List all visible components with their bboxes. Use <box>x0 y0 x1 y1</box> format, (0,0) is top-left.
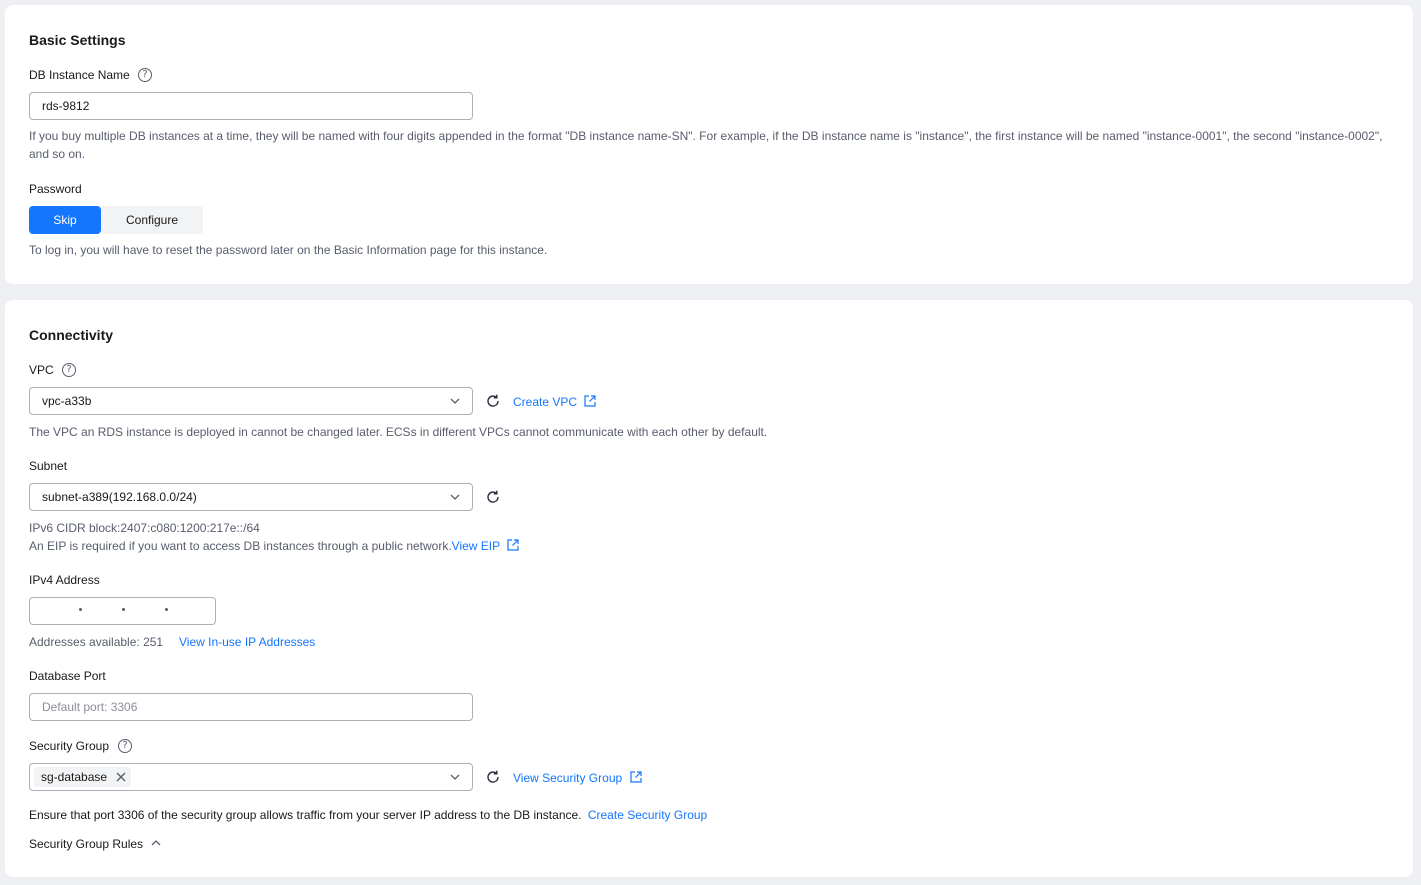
vpc-hint: The VPC an RDS instance is deployed in c… <box>29 425 768 439</box>
help-icon[interactable]: ? <box>62 363 76 377</box>
chevron-down-icon <box>450 494 460 500</box>
password-skip-option[interactable]: Skip <box>29 206 101 234</box>
vpc-select[interactable]: vpc-a33b <box>29 387 473 415</box>
create-vpc-label: Create VPC <box>513 395 578 409</box>
ip-separator <box>122 608 125 611</box>
connectivity-card: Connectivity VPC ? vpc-a33b Create VPC T… <box>5 300 1413 877</box>
ipv4-input[interactable] <box>29 597 216 625</box>
view-inuse-ip-link[interactable]: View In-use IP Addresses <box>179 633 315 651</box>
port-input[interactable]: Default port: 3306 <box>29 693 473 721</box>
password-configure-option[interactable]: Configure <box>101 206 203 234</box>
external-link-icon <box>584 395 596 407</box>
addresses-available: Addresses available: 251 <box>29 635 164 649</box>
instance-name-input[interactable]: rds-9812 <box>29 92 473 120</box>
security-group-hint-row: Ensure that port 3306 of the security gr… <box>29 808 707 822</box>
security-group-rules-toggle[interactable]: Security Group Rules <box>29 837 161 851</box>
eip-hint-row: An EIP is required if you want to access… <box>29 537 520 555</box>
create-vpc-link[interactable]: Create VPC <box>513 394 597 409</box>
security-group-select[interactable]: sg-database <box>29 763 473 791</box>
security-group-hint: Ensure that port 3306 of the security gr… <box>29 808 582 822</box>
instance-name-hint: If you buy multiple DB instances at a ti… <box>29 129 1383 161</box>
vpc-label: VPC <box>29 363 54 377</box>
security-group-tag-label: sg-database <box>41 770 108 784</box>
view-eip-label: View EIP <box>451 539 500 553</box>
view-eip-link[interactable]: View EIP <box>452 539 521 553</box>
view-security-group-label: View Security Group <box>513 771 623 785</box>
eip-hint: An EIP is required if you want to access… <box>29 539 452 553</box>
port-label: Database Port <box>29 669 106 683</box>
security-group-label: Security Group <box>29 739 110 753</box>
view-security-group-link[interactable]: View Security Group <box>513 770 643 785</box>
ip-separator <box>79 608 82 611</box>
ip-separator <box>165 608 168 611</box>
password-label: Password <box>29 182 82 196</box>
security-group-tag: sg-database <box>34 767 132 787</box>
help-icon[interactable]: ? <box>118 739 132 753</box>
instance-name-label: DB Instance Name <box>29 68 130 82</box>
subnet-select[interactable]: subnet-a389(192.168.0.0/24) <box>29 483 473 511</box>
connectivity-title: Connectivity <box>29 327 114 343</box>
ipv4-label: IPv4 Address <box>29 573 100 587</box>
refresh-icon[interactable] <box>485 769 501 785</box>
basic-settings-title: Basic Settings <box>29 32 126 48</box>
external-link-icon <box>629 771 642 783</box>
close-icon[interactable] <box>116 772 126 782</box>
external-link-icon <box>507 539 519 551</box>
create-security-group-link[interactable]: Create Security Group <box>588 808 707 822</box>
password-hint: To log in, you will have to reset the pa… <box>29 243 548 257</box>
subnet-label: Subnet <box>29 459 68 473</box>
basic-settings-card: Basic Settings DB Instance Name ? rds-98… <box>5 5 1413 284</box>
refresh-icon[interactable] <box>485 489 501 505</box>
ipv6-hint: IPv6 CIDR block:2407:c080:1200:217e::/64 <box>29 521 260 535</box>
vpc-select-value: vpc-a33b <box>42 394 92 408</box>
chevron-down-icon <box>450 398 460 404</box>
subnet-select-value: subnet-a389(192.168.0.0/24) <box>42 490 197 504</box>
chevron-down-icon <box>450 774 460 780</box>
refresh-icon[interactable] <box>485 393 501 409</box>
help-icon[interactable]: ? <box>138 68 152 82</box>
security-group-rules-label: Security Group Rules <box>29 837 144 851</box>
chevron-up-icon <box>151 840 161 846</box>
